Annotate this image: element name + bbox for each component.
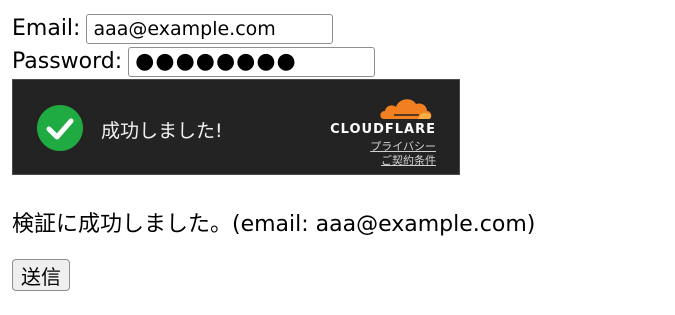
password-field[interactable]: ●●●●●●●●	[128, 47, 376, 77]
terms-link[interactable]: ご契約条件	[370, 154, 436, 168]
email-label: Email:	[12, 16, 81, 41]
cloudflare-turnstile-widget: 成功しました! CLOUDFLARE プライバシー ご契約条件	[12, 79, 460, 175]
email-field[interactable]: aaa@example.com	[86, 14, 334, 44]
cloudflare-brand: CLOUDFLARE	[330, 122, 436, 137]
verification-status-text: 成功しました!	[101, 120, 223, 142]
cloudflare-logo: CLOUDFLARE	[324, 94, 436, 137]
success-check-icon	[37, 105, 83, 151]
privacy-link[interactable]: プライバシー	[370, 140, 436, 154]
email-row: Email: aaa@example.com	[12, 14, 334, 44]
submit-button[interactable]: 送信	[12, 259, 70, 291]
verification-result-text: 検証に成功しました。(email: aaa@example.com)	[12, 212, 536, 237]
cloudflare-cloud-icon	[380, 99, 432, 119]
password-label: Password:	[12, 49, 123, 74]
page: Email: aaa@example.com Password: ●●●●●●●…	[0, 0, 675, 315]
turnstile-links: プライバシー ご契約条件	[370, 140, 436, 168]
password-row: Password: ●●●●●●●●	[12, 47, 376, 77]
